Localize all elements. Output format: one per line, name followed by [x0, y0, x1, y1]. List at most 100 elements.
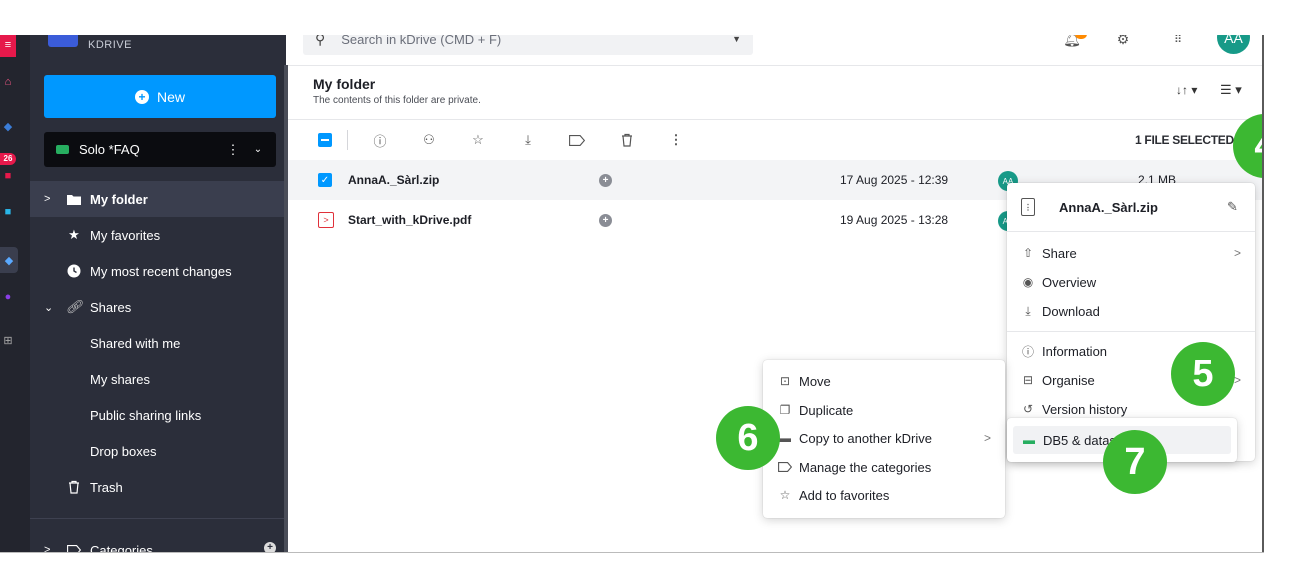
search-bar[interactable]: ⚲ Search in kDrive (CMD + F) ▼ [303, 35, 753, 55]
share-user-icon[interactable]: ⚇ [419, 130, 439, 150]
menu-item-duplicate[interactable]: ❐ Duplicate [777, 396, 1005, 424]
sidebar-scrollbar[interactable] [284, 65, 288, 553]
sidebar-item-label: Drop boxes [90, 443, 157, 459]
menu-item-label: Information [1042, 343, 1108, 359]
sidebar: KDRIVE + New Solo *FAQ ⋮ ⌄ > My folder ★… [30, 35, 286, 553]
sidebar-item-shared-with-me[interactable]: Shared with me [30, 325, 286, 361]
sidebar-item-public-links[interactable]: Public sharing links [30, 397, 286, 433]
menu-item-move[interactable]: ⊡ Move [777, 367, 1005, 395]
sidebar-item-label: My favorites [90, 227, 161, 243]
clock-icon [66, 263, 82, 279]
search-input[interactable]: Search in kDrive (CMD + F) [341, 35, 732, 47]
menu-divider [1007, 231, 1255, 232]
trash-icon [66, 479, 82, 495]
drive-selector[interactable]: Solo *FAQ ⋮ ⌄ [44, 132, 276, 167]
sidebar-divider [30, 518, 286, 519]
drive-more-icon[interactable]: ⋮ [224, 142, 242, 158]
add-category-icon[interactable]: + [599, 214, 612, 227]
chevron-down-icon[interactable]: ⌄ [252, 144, 264, 155]
row-checkbox[interactable]: ✓ [318, 173, 332, 187]
app-rail: ≡ ⌂ ◆ 26 ■ ■ ◆ ● ⊞ [0, 35, 30, 553]
app-icon-4[interactable]: ■ [0, 203, 16, 221]
sidebar-item-recent-changes[interactable]: My most recent changes [30, 253, 286, 289]
toolbar-separator [347, 130, 348, 150]
add-app-icon[interactable]: ⊞ [0, 331, 16, 349]
step-badge-5: 5 [1171, 342, 1235, 406]
sort-icon[interactable]: ↓↑ ▾ [1176, 83, 1197, 97]
menu-item-label: Organise [1042, 372, 1095, 388]
menu-item-label: Share [1042, 245, 1077, 261]
app-icon-3[interactable]: ■ [0, 167, 16, 185]
download-icon: ⤓ [1025, 303, 1031, 318]
sidebar-item-my-shares[interactable]: My shares [30, 361, 286, 397]
select-all-checkbox[interactable] [318, 133, 332, 147]
menu-item-download[interactable]: ⤓ Download [1020, 297, 1255, 325]
add-category-icon[interactable]: + [599, 174, 612, 187]
file-name[interactable]: Start_with_kDrive.pdf [348, 213, 471, 227]
new-button-label: New [156, 88, 185, 105]
chevron-right-icon: > [1233, 246, 1241, 260]
star-outline-icon[interactable]: ☆ [468, 130, 488, 150]
pencil-icon[interactable]: ✎ [1227, 199, 1238, 215]
page-title: My folder [313, 76, 376, 92]
menu-item-label: Overview [1042, 274, 1097, 290]
eye-icon: ◉ [1022, 275, 1034, 289]
app-icon-2[interactable]: ◆ [0, 117, 16, 135]
history-icon: ↺ [1022, 402, 1034, 416]
selection-count: 1 FILE SELECTED [1135, 133, 1234, 147]
share-icon: ⇧ [1022, 246, 1034, 260]
search-dropdown-icon[interactable]: ▼ [732, 35, 741, 44]
info-icon[interactable]: ⓘ [370, 130, 390, 150]
menu-item-label: Manage the categories [799, 459, 932, 475]
more-icon[interactable]: ⋮ [666, 130, 686, 150]
chevron-down-icon[interactable]: ⌄ [44, 301, 54, 314]
list-view-icon[interactable]: ☰ ▾ [1220, 82, 1242, 98]
menu-item-overview[interactable]: ◉ Overview [1020, 268, 1255, 296]
drive-icon: ▬ [1023, 433, 1035, 447]
brand-label: KDRIVE [88, 39, 132, 51]
sidebar-item-categories[interactable]: > Categories [30, 532, 286, 553]
drive-name: Solo *FAQ [79, 142, 140, 157]
gear-icon[interactable]: ⚙ [1113, 35, 1133, 49]
download-icon[interactable]: ⤓ [518, 130, 538, 150]
organise-icon: ⊟ [1022, 373, 1034, 387]
sidebar-item-label: My shares [90, 371, 150, 387]
menu-item-label: Copy to another kDrive [799, 430, 932, 446]
menu-item-copy-to-kdrive[interactable]: ▬ Copy to another kDrive > [777, 424, 1005, 452]
sidebar-item-label: Shares [90, 299, 132, 315]
kdrive-window: ≡ ⌂ ◆ 26 ■ ■ ◆ ● ⊞ KDRIVE + New Solo *FA… [0, 35, 1263, 553]
menu-item-add-favorites[interactable]: ☆ Add to favorites [777, 481, 1005, 509]
home-icon[interactable]: ⌂ [0, 73, 16, 91]
app-icon-5[interactable]: ● [0, 288, 16, 306]
sidebar-item-my-favorites[interactable]: ★ My favorites [30, 217, 286, 253]
sidebar-item-label: My most recent changes [90, 263, 232, 279]
chevron-right-icon[interactable]: > [44, 193, 54, 205]
file-name[interactable]: AnnaA._Sàrl.zip [348, 173, 439, 187]
sidebar-item-label: Shared with me [90, 335, 181, 351]
notification-dot [1075, 35, 1087, 39]
step-badge-7: 7 [1103, 430, 1167, 494]
sidebar-item-my-folder[interactable]: > My folder [30, 181, 286, 217]
app-icon-1[interactable]: ≡ [0, 35, 16, 57]
menu-item-share[interactable]: ⇧ Share > [1020, 239, 1255, 267]
sidebar-item-drop-boxes[interactable]: Drop boxes [30, 433, 286, 469]
pdf-file-icon: > [318, 212, 334, 228]
sidebar-item-shares[interactable]: ⌄ 🔗︎ Shares [30, 289, 286, 325]
drive-icon [56, 145, 69, 154]
sidebar-item-label: My folder [90, 191, 148, 207]
menu-item-manage-categories[interactable]: Manage the categories [777, 453, 1005, 481]
zip-file-icon: ⋮ [1021, 198, 1035, 216]
menu-header: ⋮ AnnaA._Sàrl.zip [1021, 193, 1158, 221]
kdrive-app-icon[interactable]: ◆ [0, 247, 18, 273]
sidebar-item-trash[interactable]: Trash [30, 469, 286, 505]
apps-grid-icon[interactable]: ⠿ [1168, 35, 1188, 49]
window-edge [0, 552, 1264, 553]
chevron-right-icon: > [1233, 373, 1241, 387]
trash-outline-icon[interactable] [617, 130, 637, 150]
info-icon: ⓘ [1021, 344, 1034, 359]
duplicate-icon: ❐ [779, 403, 791, 417]
menu-item-label: DB5 & datas [1043, 432, 1116, 448]
tag-outline-icon[interactable] [567, 130, 587, 150]
new-button[interactable]: + New [44, 75, 276, 118]
user-avatar[interactable]: AA [1217, 35, 1250, 54]
